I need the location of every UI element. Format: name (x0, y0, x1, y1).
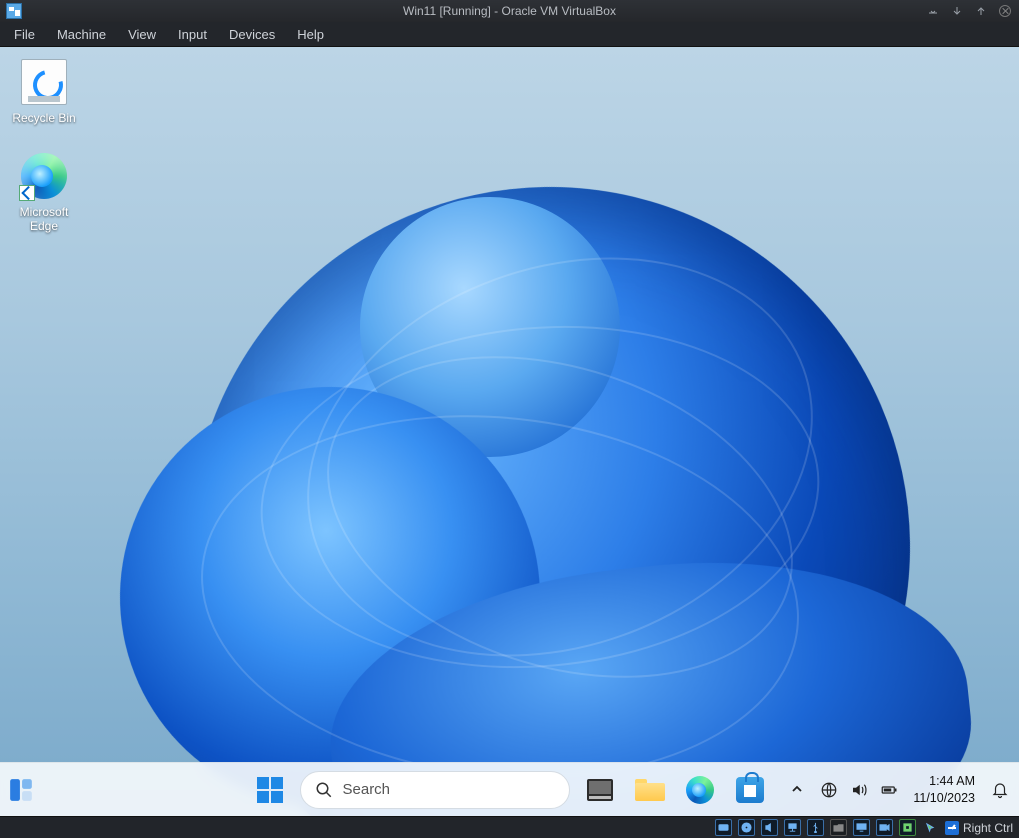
taskbar-clock[interactable]: 1:44 AM 11/10/2023 (909, 771, 979, 809)
store-icon (736, 777, 764, 803)
vb-statusbar: Right Ctrl (0, 816, 1019, 838)
recycle-bin-icon (21, 59, 67, 105)
search-icon (315, 781, 333, 799)
windows-logo-icon (257, 777, 283, 803)
vb-menu-help[interactable]: Help (287, 25, 334, 44)
vb-network-icon[interactable] (784, 819, 801, 836)
vb-menu-machine[interactable]: Machine (47, 25, 116, 44)
vb-audio-icon[interactable] (761, 819, 778, 836)
vb-usb-icon[interactable] (807, 819, 824, 836)
host-key-arrow-icon (945, 821, 959, 835)
guest-desktop[interactable]: Recycle Bin Microsoft Edge (0, 47, 1019, 816)
vb-detach-button[interactable] (925, 3, 941, 19)
vb-window-title: Win11 [Running] - Oracle VM VirtualBox (0, 4, 1019, 18)
vb-menu-input[interactable]: Input (168, 25, 217, 44)
widgets-button[interactable] (4, 771, 38, 809)
vb-menubar: File Machine View Input Devices Help (0, 22, 1019, 47)
taskbar-date: 11/10/2023 (913, 790, 975, 807)
vb-recording-icon[interactable] (876, 819, 893, 836)
vb-menu-file[interactable]: File (4, 25, 45, 44)
desktop-icons: Recycle Bin Microsoft Edge (6, 59, 82, 261)
battery-icon[interactable] (879, 780, 899, 800)
file-explorer-icon (635, 779, 665, 801)
shortcut-arrow-icon (19, 185, 35, 201)
vb-host-key-indicator[interactable]: Right Ctrl (945, 821, 1013, 835)
virtualbox-logo-icon (6, 3, 22, 19)
bell-icon (991, 781, 1009, 799)
search-placeholder: Search (343, 781, 391, 798)
vb-titlebar[interactable]: Win11 [Running] - Oracle VM VirtualBox (0, 0, 1019, 22)
edge-icon (686, 776, 714, 804)
desktop-icon-label: Microsoft Edge (6, 205, 82, 233)
network-icon[interactable] (819, 780, 839, 800)
desktop-icon-label: Recycle Bin (6, 111, 82, 125)
host-key-label: Right Ctrl (963, 821, 1013, 835)
chevron-up-icon (791, 783, 803, 795)
edge-taskbar-button[interactable] (680, 770, 720, 810)
taskbar-time: 1:44 AM (913, 773, 975, 790)
edge-icon (21, 153, 67, 199)
task-view-icon (587, 779, 613, 801)
microsoft-store-button[interactable] (730, 770, 770, 810)
start-button[interactable] (250, 770, 290, 810)
vb-cpu-icon[interactable] (899, 819, 916, 836)
vb-shared-folders-icon[interactable] (830, 819, 847, 836)
vb-mouse-integration-icon[interactable] (922, 819, 939, 836)
vb-minimize-button[interactable] (949, 3, 965, 19)
vb-menu-devices[interactable]: Devices (219, 25, 285, 44)
vb-hard-disk-icon[interactable] (715, 819, 732, 836)
file-explorer-button[interactable] (630, 770, 670, 810)
tray-overflow-button[interactable] (785, 778, 809, 802)
vb-optical-disk-icon[interactable] (738, 819, 755, 836)
desktop-icon-microsoft-edge[interactable]: Microsoft Edge (6, 153, 82, 233)
vb-maximize-button[interactable] (973, 3, 989, 19)
desktop-icon-recycle-bin[interactable]: Recycle Bin (6, 59, 82, 125)
task-view-button[interactable] (580, 770, 620, 810)
volume-icon[interactable] (849, 780, 869, 800)
vb-close-button[interactable] (997, 3, 1013, 19)
widgets-icon (8, 777, 34, 803)
system-tray[interactable] (819, 780, 899, 800)
notifications-button[interactable] (989, 779, 1011, 801)
vb-display-icon[interactable] (853, 819, 870, 836)
vb-menu-view[interactable]: View (118, 25, 166, 44)
taskbar: Search (0, 762, 1019, 816)
taskbar-search[interactable]: Search (300, 771, 570, 809)
